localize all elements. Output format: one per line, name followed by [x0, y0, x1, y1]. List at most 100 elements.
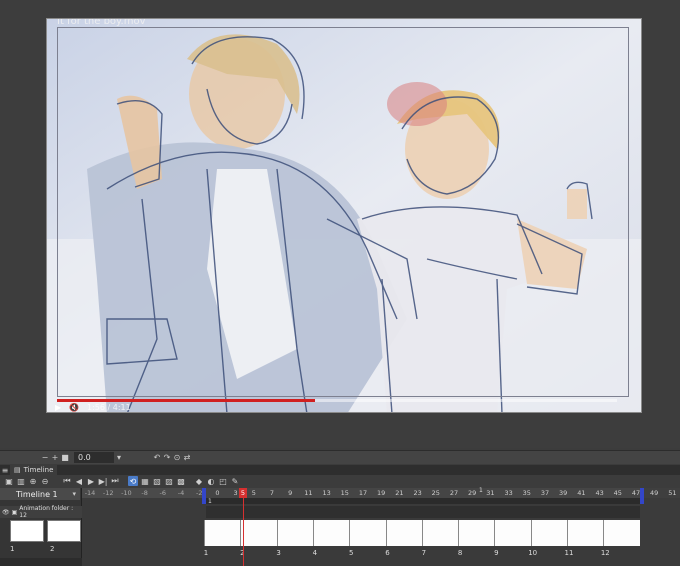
cell-number: 1: [203, 549, 209, 557]
rotate-right-icon[interactable]: ↷: [162, 453, 172, 463]
ruler-tick-label: 41: [577, 489, 586, 497]
chevron-down-icon[interactable]: ▾: [114, 453, 124, 463]
zoom-out-icon[interactable]: ⊖: [40, 476, 50, 486]
playback-range-bar[interactable]: [206, 498, 642, 504]
canvas-area: It for the boy.mov ▶ 🔇 1:56 / 4:11: [0, 0, 680, 448]
folder-track: [206, 506, 640, 518]
zoom-value-field[interactable]: 0.0: [74, 452, 114, 463]
assign-cel-icon[interactable]: ▧: [152, 476, 162, 486]
animation-folder-label: Animation folder : 12: [19, 505, 74, 519]
ruler-tick-label: 31: [486, 489, 495, 497]
cell-separator: [204, 520, 205, 546]
ruler-tick-label: 19: [377, 489, 386, 497]
cell-number: 10: [528, 549, 538, 557]
tab-timeline[interactable]: ▤ Timeline: [10, 465, 58, 475]
cell-number: 6: [385, 549, 390, 557]
timeline-tab-bar: ≡ ▤ Timeline: [0, 465, 680, 475]
next-frame-icon[interactable]: ▶|: [98, 476, 108, 486]
cell-separator: [276, 520, 278, 546]
ruler-tick-label: 9: [288, 489, 293, 497]
keyframe-icon[interactable]: ◆: [194, 476, 204, 486]
cel-thumbnail-1[interactable]: [10, 520, 44, 542]
ruler-tick-label: 49: [650, 489, 659, 497]
cell-separator: [458, 520, 460, 546]
menu-icon[interactable]: ≡: [0, 465, 10, 475]
zoom-in-icon[interactable]: ⊕: [28, 476, 38, 486]
timeline-layer-panel: Timeline 1 ▾ 👁 ▣ Animation folder : 12 1…: [0, 488, 82, 566]
minus-icon[interactable]: −: [40, 453, 50, 463]
reset-icon[interactable]: ⊙: [172, 453, 182, 463]
ruler-tick-label: -14: [84, 489, 96, 497]
ruler-tick-label: 13: [322, 489, 331, 497]
cell-number: 5: [348, 549, 354, 557]
ruler-tick-label: 0: [215, 489, 220, 497]
ruler-tick-label: 23: [413, 489, 422, 497]
cell-number: 11: [564, 549, 574, 557]
timeline-frames-area[interactable]: 1 1 -14 -12 -10 -8 -6 -4 -2 0 3 5 7 9 11 13 15 17 19 21 23…: [82, 487, 680, 566]
ruler-tick-label: 33: [504, 489, 513, 497]
rotate-left-icon[interactable]: ↶: [152, 453, 162, 463]
range-start-label: 1: [208, 498, 212, 505]
ruler-tick-label: -4: [177, 489, 185, 497]
new-cel-icon[interactable]: ▦: [140, 476, 150, 486]
thumb-number: 1: [10, 545, 15, 553]
timeline-name-select[interactable]: Timeline 1 ▾: [0, 488, 80, 500]
ruler-tick-label: 21: [395, 489, 404, 497]
cell-separator: [421, 520, 423, 546]
range-start-marker[interactable]: [202, 488, 206, 504]
loop-icon[interactable]: ⟲: [128, 476, 138, 486]
ruler-tick-label: 43: [595, 489, 604, 497]
cell-separator: [312, 520, 314, 546]
range-end-label: 1: [479, 487, 483, 494]
cell-number: 4: [312, 549, 318, 557]
video-title: It for the boy.mov: [57, 18, 146, 27]
video-progress-bar[interactable]: [57, 399, 617, 402]
out-of-range-region: [640, 488, 680, 566]
ruler-tick-label: 3: [233, 489, 238, 497]
timeline-tab-icon: ▤: [14, 466, 21, 474]
flip-icon[interactable]: ⇄: [182, 453, 192, 463]
light-table-icon[interactable]: ◰: [218, 476, 228, 486]
pencil-icon[interactable]: ✎: [230, 476, 240, 486]
animation-folder-row[interactable]: 👁 ▣ Animation folder : 12: [0, 505, 82, 519]
cell-number: 7: [421, 549, 427, 557]
drawing-canvas[interactable]: It for the boy.mov ▶ 🔇 1:56 / 4:11: [46, 18, 642, 413]
timeline-name: Timeline 1: [16, 489, 58, 499]
play-button-icon[interactable]: ▶: [86, 476, 96, 486]
cel-thumbnail-2[interactable]: [47, 520, 81, 542]
video-progress-fill: [57, 399, 315, 402]
ruler-tick-label: 27: [449, 489, 459, 497]
cell-separator: [567, 520, 568, 546]
ruler-tick-label: 51: [668, 489, 677, 497]
cell-separator: [385, 520, 387, 546]
new-timeline-icon[interactable]: ▣: [4, 476, 14, 486]
ruler-tick-label: 7: [269, 489, 275, 497]
delete-cel-icon[interactable]: ▩: [176, 476, 186, 486]
ruler-tick-label: -10: [121, 489, 132, 497]
horizontal-scrollbar[interactable]: [0, 558, 82, 566]
cell-separator: [494, 520, 496, 546]
prev-frame-icon[interactable]: ◀: [74, 476, 84, 486]
first-frame-icon[interactable]: ⏮: [62, 476, 72, 486]
specify-cel-icon[interactable]: ▨: [164, 476, 174, 486]
eye-icon[interactable]: 👁: [2, 509, 10, 516]
ruler-tick-label: 15: [340, 489, 349, 497]
range-end-marker[interactable]: [640, 488, 644, 504]
onion-skin-icon[interactable]: ◐: [206, 476, 216, 486]
ruler-tick-label: 11: [304, 489, 313, 497]
ruler-tick-label: -8: [141, 489, 148, 497]
canvas-frame-border: [57, 27, 629, 397]
edit-timeline-icon[interactable]: ▥: [16, 476, 26, 486]
timeline-toolbar: ▣ ▥ ⊕ ⊖ ⏮ ◀ ▶ ▶| ⏭ ⟲ ▦ ▧ ▨ ▩ ◆ ◐ ◰ ✎: [0, 475, 680, 487]
plus-icon[interactable]: +: [50, 453, 60, 463]
ruler-tick-label: 17: [358, 489, 368, 497]
folder-icon: ▣: [11, 508, 18, 516]
playhead-current-frame[interactable]: 5: [239, 488, 247, 498]
cell-number: 3: [276, 549, 281, 557]
cell-number: 12: [600, 549, 610, 557]
last-frame-icon[interactable]: ⏭: [110, 476, 120, 486]
ruler-tick-label: 39: [559, 489, 568, 497]
stop-icon[interactable]: ■: [60, 453, 70, 463]
play-icon: ▶: [55, 403, 62, 412]
video-time: 1:56 / 4:11: [87, 403, 131, 412]
